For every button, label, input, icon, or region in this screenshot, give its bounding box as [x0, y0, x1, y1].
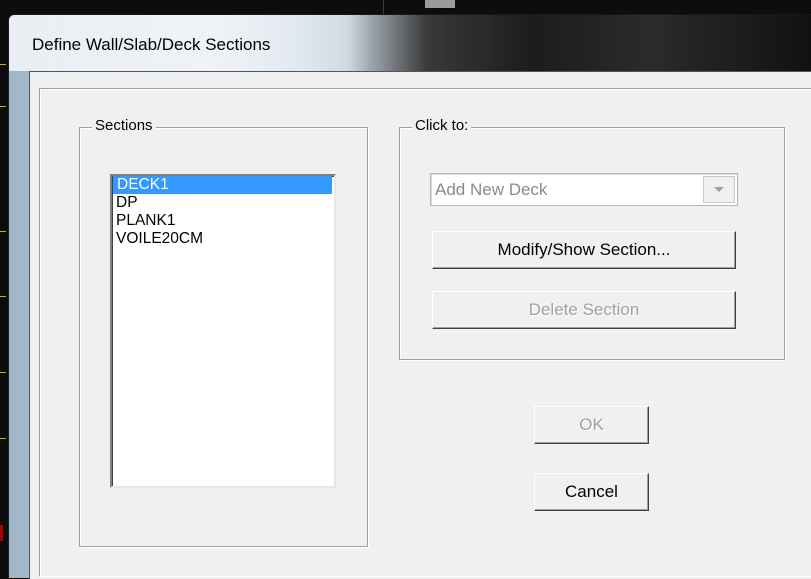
list-item-voile20cm[interactable]: VOILE20CM [112, 230, 334, 248]
window-title: Define Wall/Slab/Deck Sections [32, 35, 271, 54]
sections-group: Sections DECK1 DP PLANK1 VOILE20CM [79, 117, 368, 547]
background-tick [0, 106, 6, 107]
list-item-dp[interactable]: DP [112, 194, 334, 212]
sections-listbox[interactable]: DECK1 DP PLANK1 VOILE20CM [110, 174, 336, 488]
dialog-client-area: Sections DECK1 DP PLANK1 VOILE20CM Click… [29, 71, 811, 579]
modify-show-section-button[interactable]: Modify/Show Section... [432, 231, 736, 269]
list-item-deck1[interactable]: DECK1 [113, 176, 332, 194]
dialog-panel: Sections DECK1 DP PLANK1 VOILE20CM Click… [39, 88, 811, 577]
click-to-group: Click to: Add New Deck Modify/Show Secti… [399, 117, 785, 360]
sections-group-label: Sections [92, 117, 156, 134]
background-marker [0, 525, 3, 541]
background-tick [0, 438, 6, 439]
background-tick [0, 372, 6, 373]
cancel-button[interactable]: Cancel [534, 473, 649, 511]
background-tick [0, 231, 6, 232]
title-bar[interactable]: Define Wall/Slab/Deck Sections [9, 15, 811, 71]
list-item-plank1[interactable]: PLANK1 [112, 212, 334, 230]
add-section-type-dropdown[interactable]: Add New Deck [430, 173, 738, 206]
dropdown-value: Add New Deck [435, 180, 548, 199]
dropdown-button[interactable] [703, 176, 735, 203]
background-tick [0, 64, 6, 65]
background-tick [0, 296, 6, 297]
delete-section-button[interactable]: Delete Section [432, 291, 736, 329]
background-divider [425, 0, 455, 8]
background-divider [383, 0, 384, 14]
dialog-window: Define Wall/Slab/Deck Sections Sections … [8, 14, 811, 579]
chevron-down-icon [714, 187, 724, 192]
click-to-group-label: Click to: [412, 117, 472, 134]
ok-button[interactable]: OK [534, 406, 649, 444]
